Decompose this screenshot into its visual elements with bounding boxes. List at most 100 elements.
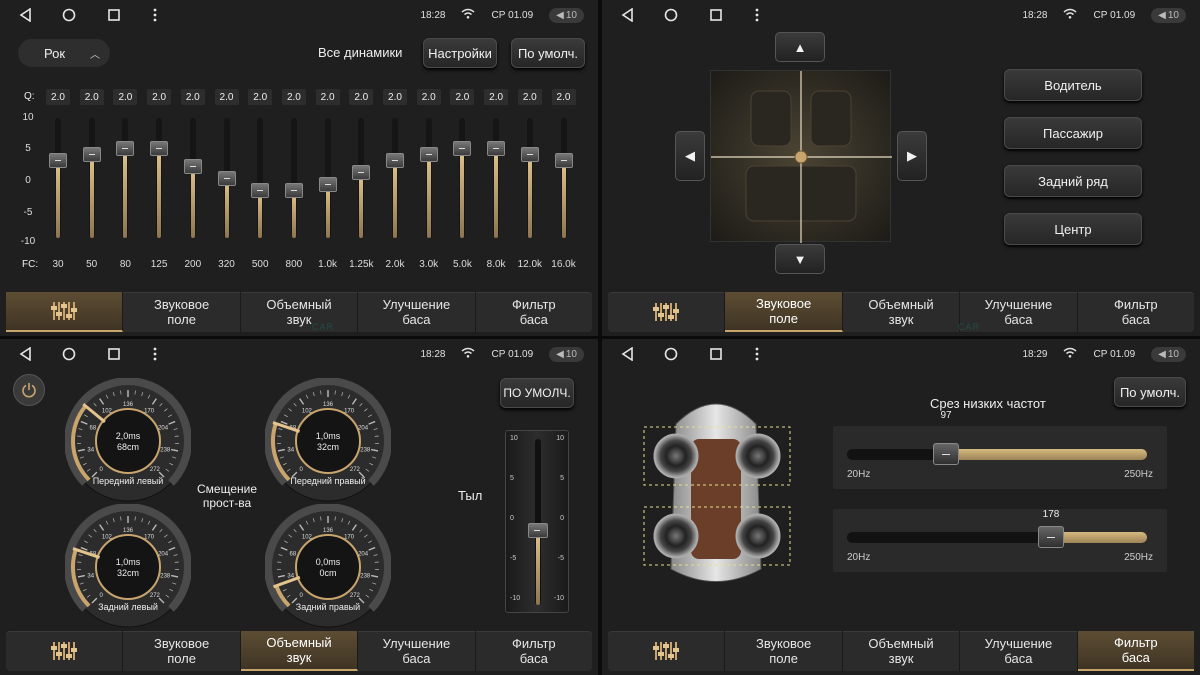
home-icon[interactable] — [662, 345, 680, 363]
home-icon[interactable] — [662, 6, 680, 24]
eq-band-slider[interactable] — [419, 118, 438, 238]
q-value[interactable]: 2.0 — [450, 89, 475, 105]
eq-band-slider[interactable] — [487, 118, 506, 238]
tab-bass-filter[interactable]: Фильтр баса — [1077, 631, 1195, 671]
home-icon[interactable] — [60, 6, 78, 24]
power-button[interactable] — [13, 374, 45, 406]
tab-sound-field[interactable]: Звуковое поле — [123, 631, 241, 671]
back-icon[interactable] — [16, 345, 34, 363]
eq-band-slider[interactable] — [150, 118, 169, 238]
tab-sound-field[interactable]: Звуковое поле — [123, 292, 241, 332]
q-value[interactable]: 2.0 — [551, 89, 576, 105]
car-speakers-image[interactable] — [636, 389, 796, 604]
eq-band-knob[interactable] — [453, 141, 472, 156]
q-value[interactable]: 2.0 — [349, 89, 374, 105]
eq-band-slider[interactable] — [251, 118, 270, 238]
eq-band-slider[interactable] — [284, 118, 303, 238]
tab-equalizer[interactable] — [608, 631, 726, 671]
recent-apps-icon[interactable] — [105, 6, 123, 24]
tab-surround[interactable]: Объемный звук — [241, 292, 359, 332]
move-right-button[interactable]: ▶ — [897, 131, 927, 181]
tab-bass-boost[interactable]: Улучшение баса — [960, 631, 1078, 671]
crossover-default-button[interactable]: По умолч. — [1114, 377, 1186, 407]
crossover-slider-1[interactable]: 97 20Hz 250Hz — [833, 410, 1167, 489]
driver-button[interactable]: Водитель — [1004, 69, 1142, 101]
rear-level-slider[interactable]: 10 10 5 5 0 0 -5 -5 -10 -10 — [505, 430, 569, 613]
eq-band-slider[interactable] — [116, 118, 135, 238]
recent-apps-icon[interactable] — [707, 345, 725, 363]
q-value[interactable]: 2.0 — [214, 89, 239, 105]
more-menu-icon[interactable] — [146, 345, 164, 363]
q-value[interactable]: 2.0 — [180, 89, 205, 105]
q-value[interactable]: 2.0 — [315, 89, 340, 105]
move-down-button[interactable]: ▼ — [775, 244, 825, 274]
eq-band-knob[interactable] — [520, 147, 539, 162]
delay-dial[interactable]: 0 34 68 102 136 170 204 238 272 2,0ms 68cm Передни… — [64, 377, 192, 504]
eq-band-slider[interactable] — [318, 118, 337, 238]
tab-sound-field[interactable]: Звуковое поле — [725, 292, 843, 332]
cabin-view[interactable] — [710, 70, 892, 243]
eq-band-knob[interactable] — [554, 153, 573, 168]
passenger-button[interactable]: Пассажир — [1004, 117, 1142, 149]
tab-bass-filter[interactable]: Фильтр баса — [476, 631, 592, 671]
move-up-button[interactable]: ▲ — [775, 32, 825, 62]
crossover-knob[interactable] — [933, 443, 959, 465]
eq-band-slider[interactable] — [183, 118, 202, 238]
eq-band-knob[interactable] — [116, 141, 135, 156]
eq-band-knob[interactable] — [217, 171, 236, 186]
eq-band-slider[interactable] — [82, 118, 101, 238]
eq-band-knob[interactable] — [352, 165, 371, 180]
delay-dial[interactable]: 034681021361702042382721,0ms 32cmПередни… — [264, 377, 392, 504]
crossover-knob[interactable] — [1038, 526, 1064, 548]
eq-band-knob[interactable] — [49, 153, 67, 168]
crossover-slider-2[interactable]: 178 20Hz 250Hz — [833, 509, 1167, 572]
move-left-button[interactable]: ◀ — [675, 131, 705, 181]
tab-equalizer[interactable] — [6, 631, 124, 671]
eq-band-knob[interactable] — [82, 147, 101, 162]
tab-surround[interactable]: Объемный звук — [240, 631, 359, 671]
settings-button[interactable]: Настройки — [423, 38, 497, 68]
tab-equalizer[interactable] — [6, 292, 124, 332]
eq-band-knob[interactable] — [183, 159, 202, 174]
tab-surround[interactable]: Объемный звук — [843, 631, 961, 671]
recent-apps-icon[interactable] — [105, 345, 123, 363]
tab-bass-filter[interactable]: Фильтр баса — [476, 292, 592, 332]
eq-band-slider[interactable] — [453, 118, 472, 238]
eq-band-slider[interactable] — [554, 118, 573, 238]
eq-band-knob[interactable] — [386, 153, 404, 168]
tab-bass-filter[interactable]: Фильтр баса — [1078, 292, 1194, 332]
eq-band-knob[interactable] — [318, 177, 337, 192]
delay-dial[interactable]: 0 34 68 102 136 170 204 238 272 0,0ms 0cm Задний п… — [264, 503, 392, 630]
preset-dropdown[interactable]: Рок ︿ — [18, 39, 110, 67]
eq-band-slider[interactable] — [352, 118, 371, 238]
q-value[interactable]: 2.0 — [147, 89, 172, 105]
back-icon[interactable] — [16, 6, 34, 24]
q-value[interactable]: 2.0 — [79, 89, 104, 105]
back-icon[interactable] — [618, 6, 636, 24]
eq-band-slider[interactable] — [386, 118, 404, 238]
eq-band-slider[interactable] — [49, 118, 67, 238]
back-icon[interactable] — [618, 345, 636, 363]
q-value[interactable]: 2.0 — [517, 89, 542, 105]
tab-bass-boost[interactable]: Улучшение баса — [358, 292, 476, 332]
home-icon[interactable] — [60, 345, 78, 363]
tab-equalizer[interactable] — [608, 292, 726, 332]
tab-sound-field[interactable]: Звуковое поле — [725, 631, 843, 671]
eq-band-knob[interactable] — [419, 147, 438, 162]
eq-band-knob[interactable] — [487, 141, 506, 156]
q-value[interactable]: 2.0 — [281, 89, 306, 105]
recent-apps-icon[interactable] — [707, 6, 725, 24]
eq-band-knob[interactable] — [150, 141, 169, 156]
eq-band-slider[interactable] — [217, 118, 236, 238]
eq-band-knob[interactable] — [251, 183, 270, 198]
tab-surround[interactable]: Объемный звук — [843, 292, 961, 332]
q-value[interactable]: 2.0 — [113, 89, 138, 105]
tab-bass-boost[interactable]: Улучшение баса — [358, 631, 476, 671]
q-value[interactable]: 2.0 — [46, 89, 70, 105]
q-value[interactable]: 2.0 — [383, 89, 407, 105]
eq-band-slider[interactable] — [520, 118, 539, 238]
rear-slider-knob[interactable] — [528, 523, 548, 539]
rear-row-button[interactable]: Задний ряд — [1004, 165, 1142, 197]
eq-band-knob[interactable] — [284, 183, 303, 198]
default-button[interactable]: По умолч. — [511, 38, 585, 68]
